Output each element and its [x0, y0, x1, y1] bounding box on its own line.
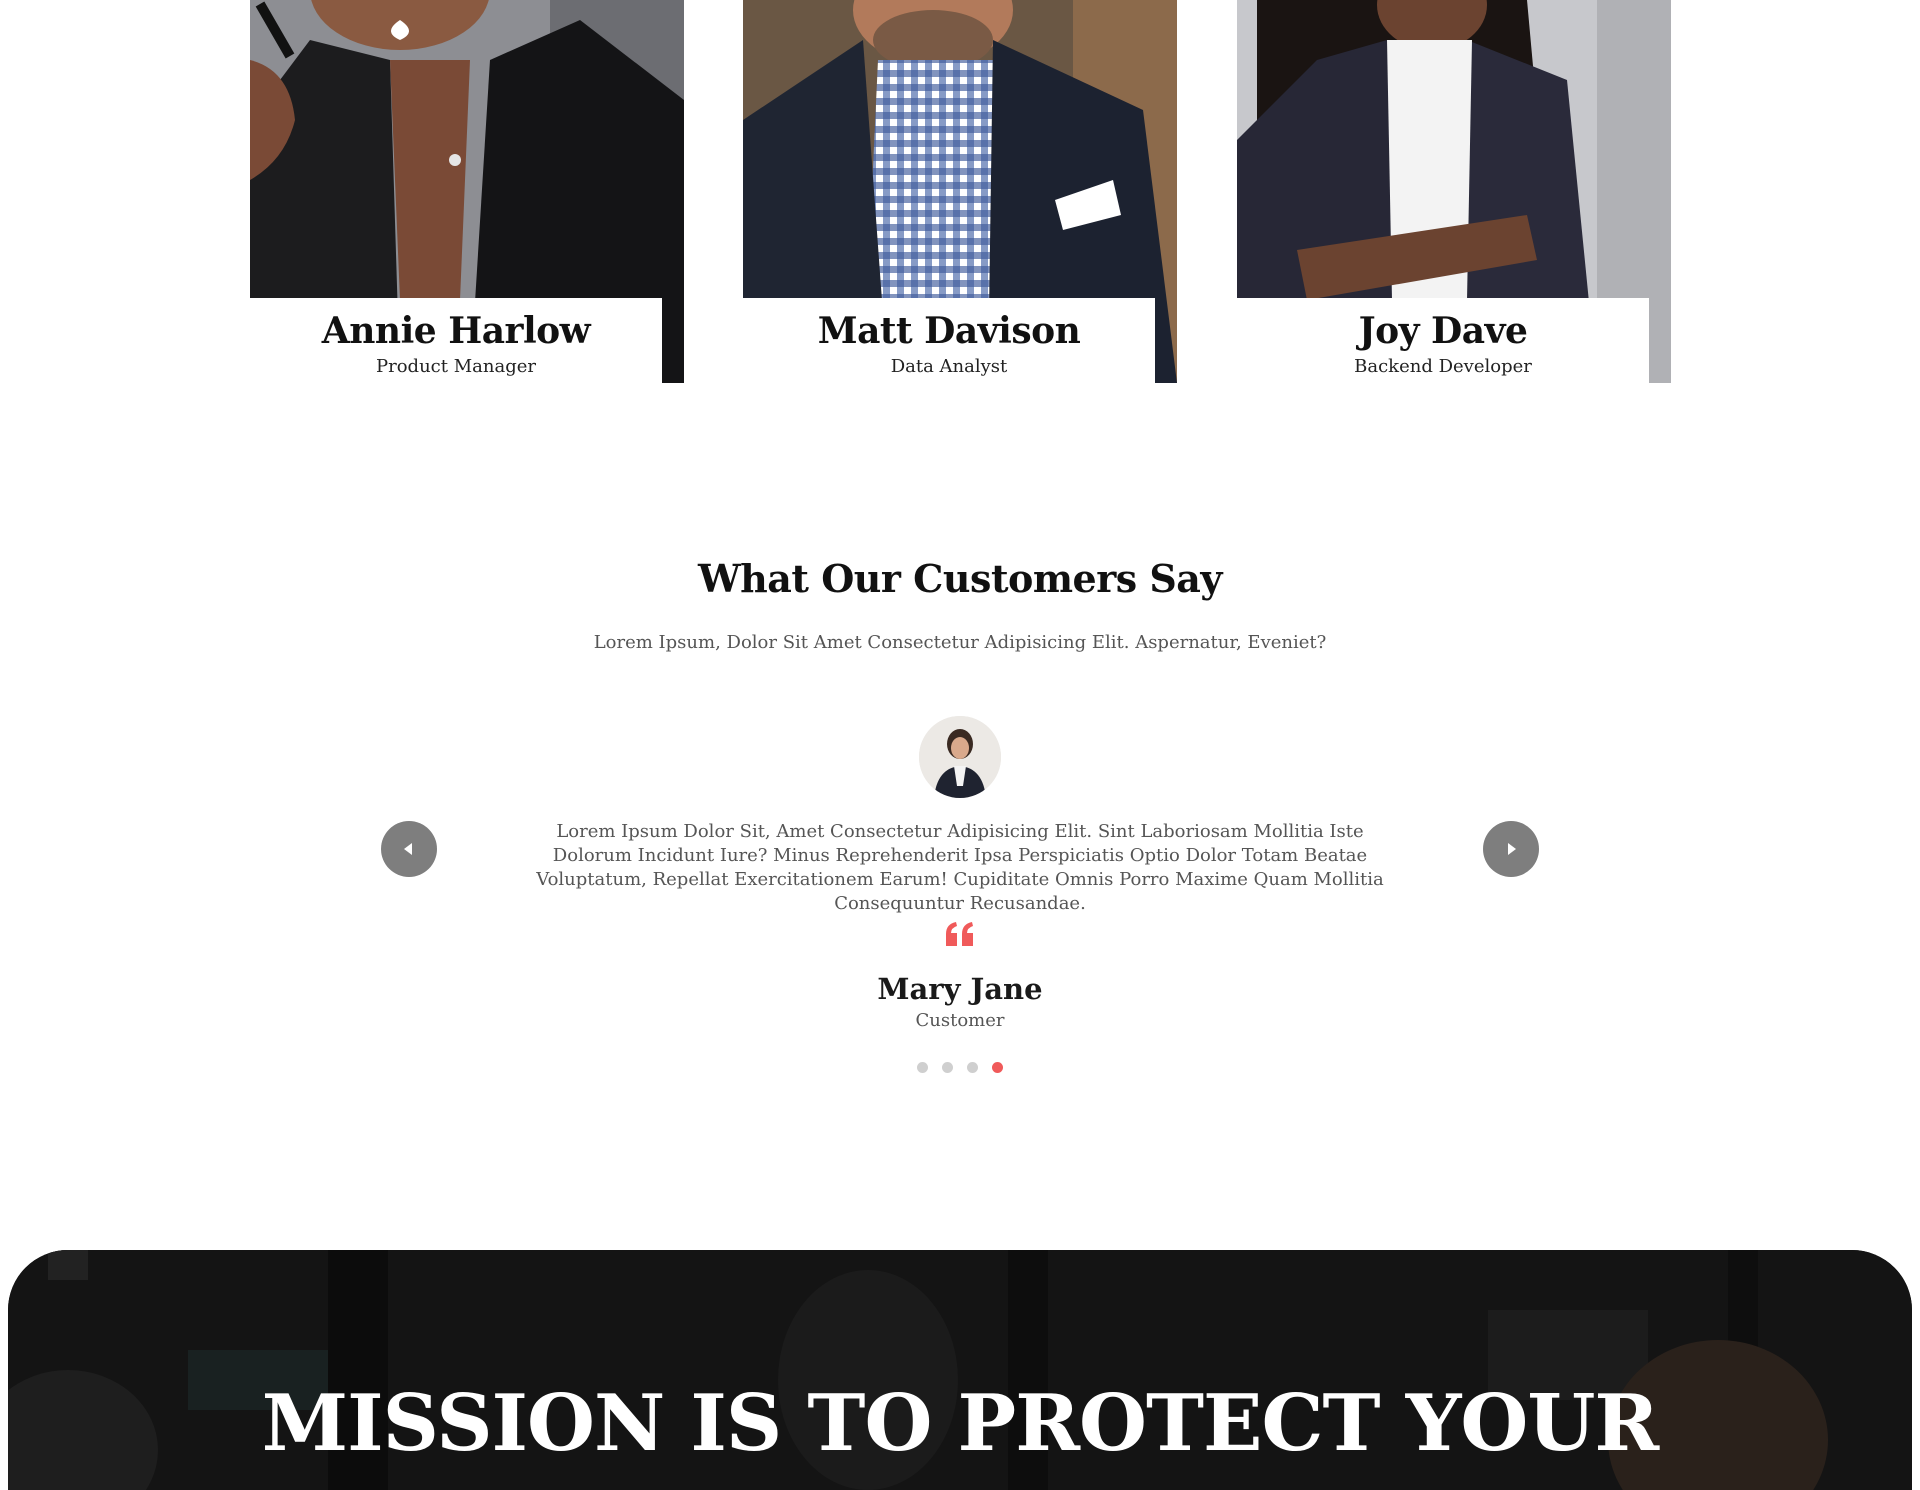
team-name-plate: Annie Harlow Product Manager	[250, 298, 662, 383]
testimonial-prev-button[interactable]	[381, 821, 437, 877]
team-card-annie: Annie Harlow Product Manager	[250, 0, 684, 383]
member-role: Product Manager	[376, 356, 536, 377]
carousel-dot-active[interactable]	[992, 1062, 1003, 1073]
carousel-dot[interactable]	[942, 1062, 953, 1073]
customer-avatar	[919, 716, 1001, 798]
member-role: Data Analyst	[890, 356, 1008, 377]
team-name-plate: Joy Dave Backend Developer	[1237, 298, 1649, 383]
quote-icon	[944, 920, 976, 948]
carousel-dot[interactable]	[967, 1062, 978, 1073]
testimonials-section: What Our Customers Say Lorem Ipsum, Dolo…	[0, 540, 1920, 1100]
member-name: Matt Davison	[817, 310, 1081, 352]
team-card-matt: Matt Davison Data Analyst	[743, 0, 1177, 383]
carousel-dots	[0, 1062, 1920, 1076]
member-role: Backend Developer	[1354, 356, 1532, 377]
caret-right-icon	[1508, 843, 1516, 855]
carousel-dot[interactable]	[917, 1062, 928, 1073]
caret-left-icon	[404, 843, 412, 855]
testimonial-next-button[interactable]	[1483, 821, 1539, 877]
testimonial-text: Lorem Ipsum Dolor Sit, Amet Consectetur …	[536, 821, 1384, 914]
member-name: Joy Dave	[1358, 310, 1528, 352]
testimonial-author-role: Customer	[915, 1010, 1005, 1031]
team-name-plate: Matt Davison Data Analyst	[743, 298, 1155, 383]
mission-title: MISSION IS TO PROTECT YOUR	[261, 1378, 1659, 1469]
team-section: Annie Harlow Product Manager Matt Daviso…	[0, 0, 1920, 383]
team-card-joy: Joy Dave Backend Developer	[1237, 0, 1671, 383]
section-subtitle: Lorem Ipsum, Dolor Sit Amet Consectetur …	[593, 632, 1327, 653]
testimonial-author-name: Mary Jane	[877, 972, 1043, 1006]
mission-banner: MISSION IS TO PROTECT YOUR	[8, 1250, 1912, 1490]
section-title: What Our Customers Say	[697, 556, 1223, 601]
member-name: Annie Harlow	[321, 310, 591, 352]
